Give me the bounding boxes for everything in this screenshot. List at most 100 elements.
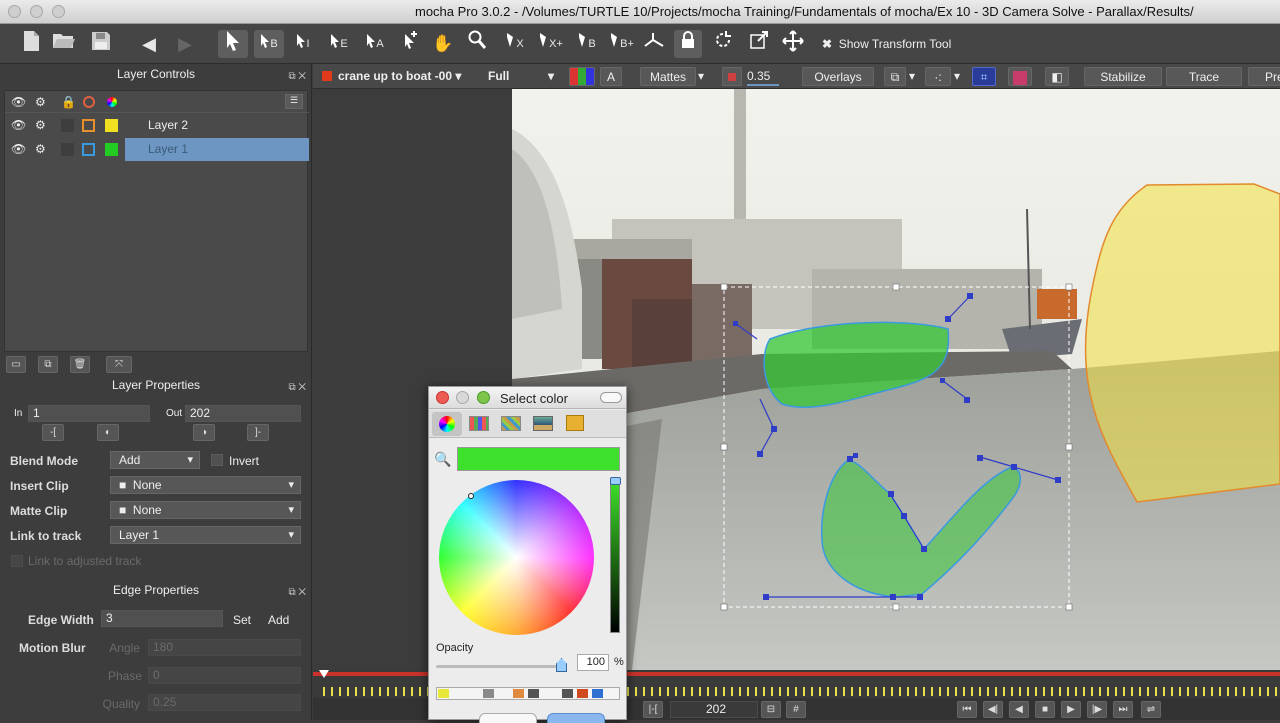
select-a-tool-icon[interactable]: A bbox=[362, 30, 388, 58]
swatch[interactable] bbox=[438, 689, 449, 698]
swatch[interactable] bbox=[592, 689, 603, 698]
select-b-tool-icon[interactable]: B bbox=[254, 30, 284, 58]
opacity-slider-handle[interactable] bbox=[556, 658, 567, 672]
layer-name[interactable]: Layer 2 bbox=[125, 114, 309, 137]
edge-set-button[interactable]: Set bbox=[233, 613, 251, 627]
move-tool-icon[interactable] bbox=[780, 30, 806, 58]
insert-clip-dropdown[interactable]: ■ None bbox=[110, 476, 301, 494]
layer-color-icon[interactable] bbox=[1008, 67, 1032, 86]
fit-layer-icon[interactable]: ⤧ bbox=[106, 356, 132, 373]
new-folder-icon[interactable]: ▭ bbox=[6, 356, 26, 373]
ok-button[interactable] bbox=[547, 713, 605, 723]
layer-row-2[interactable]: 👁 ⚙ Layer 2 bbox=[5, 114, 309, 137]
scale-tool-icon[interactable] bbox=[746, 30, 772, 58]
zoom-window-button[interactable] bbox=[52, 5, 65, 18]
go-to-out-icon[interactable]: ◑ bbox=[193, 424, 215, 441]
lock-toggle[interactable] bbox=[61, 119, 74, 132]
play-backward-icon[interactable]: ◀ bbox=[1009, 701, 1029, 718]
edge-add-button[interactable]: Add bbox=[268, 613, 289, 627]
keyframe-grid-icon[interactable]: # bbox=[786, 701, 806, 718]
overlays-button[interactable]: Overlays bbox=[802, 67, 874, 86]
current-frame-field[interactable]: 202 bbox=[670, 701, 758, 718]
gear-icon[interactable]: ⚙ bbox=[35, 95, 46, 109]
resolution-dropdown[interactable]: Full ▾ bbox=[488, 67, 554, 86]
step-forward-icon[interactable]: ▶ bbox=[172, 30, 198, 58]
phase-field[interactable]: 0 bbox=[148, 667, 301, 684]
gear-icon[interactable]: ⚙ bbox=[35, 118, 46, 132]
visibility-eye-icon[interactable]: 👁 bbox=[11, 142, 26, 156]
outline-color-swatch[interactable] bbox=[82, 119, 95, 132]
matte-opacity-field[interactable]: 0.35 bbox=[747, 67, 779, 86]
swatch[interactable] bbox=[483, 689, 494, 698]
color-wheel-mode-selected[interactable] bbox=[432, 412, 462, 436]
stop-icon[interactable]: ■ bbox=[1035, 701, 1055, 718]
surface-display-icon[interactable]: ⌗ bbox=[972, 67, 996, 86]
go-to-in-icon[interactable]: ◐ bbox=[97, 424, 119, 441]
color-wheel[interactable] bbox=[439, 480, 594, 635]
trash-icon[interactable]: 🗑 bbox=[70, 356, 90, 373]
jump-end-icon[interactable]: ⏭ bbox=[1113, 701, 1133, 718]
new-project-icon[interactable] bbox=[18, 30, 44, 58]
matte-view-icon[interactable]: ◧ bbox=[1045, 67, 1069, 86]
fill-color-swatch[interactable] bbox=[105, 143, 118, 156]
lock-icon[interactable]: 🔒 bbox=[61, 95, 76, 109]
rgb-channels-icon[interactable] bbox=[569, 67, 595, 86]
add-xspline-tool-icon[interactable]: X+ bbox=[535, 30, 565, 58]
lock-layer-icon[interactable] bbox=[674, 30, 702, 58]
sliders-mode-icon[interactable] bbox=[469, 416, 489, 431]
point-display-icon[interactable]: ·: bbox=[925, 67, 951, 86]
set-in-point-icon[interactable]: -[ bbox=[42, 424, 64, 441]
outline-color-icon[interactable] bbox=[83, 96, 95, 108]
image-palette-mode-icon[interactable] bbox=[533, 416, 553, 431]
panel-float-close-icons[interactable]: ⧉ ✕ bbox=[288, 583, 306, 603]
bezier-tool-icon[interactable]: B bbox=[572, 30, 600, 58]
keyframe-marker-icon[interactable]: ⊟ bbox=[761, 701, 781, 718]
cancel-button[interactable] bbox=[479, 713, 537, 723]
swatch[interactable] bbox=[562, 689, 573, 698]
add-point-tool-icon[interactable] bbox=[398, 30, 422, 58]
clip-dropdown[interactable]: crane up to boat -00 ▾ bbox=[338, 67, 461, 86]
out-point-field[interactable]: 202 bbox=[185, 405, 301, 422]
rotate-tool-icon[interactable] bbox=[710, 30, 736, 58]
loop-icon[interactable]: ⇌ bbox=[1141, 701, 1161, 718]
link-to-track-dropdown[interactable]: Layer 1 bbox=[110, 526, 301, 544]
pan-hand-icon[interactable]: ✋ bbox=[430, 30, 456, 58]
stabilize-button[interactable]: Stabilize bbox=[1084, 67, 1162, 86]
add-bezier-tool-icon[interactable]: B+ bbox=[606, 30, 636, 58]
save-project-icon[interactable] bbox=[88, 30, 114, 58]
swatch[interactable] bbox=[577, 689, 588, 698]
show-transform-tool-toggle[interactable]: ✖ Show Transform Tool bbox=[822, 37, 951, 51]
fill-color-swatch[interactable] bbox=[105, 119, 118, 132]
xspline-tool-icon[interactable]: X bbox=[500, 30, 528, 58]
select-e-tool-icon[interactable]: E bbox=[326, 30, 352, 58]
mattes-dropdown-arrow-icon[interactable]: ▾ bbox=[698, 67, 704, 86]
close-window-button[interactable] bbox=[8, 5, 21, 18]
swatch[interactable] bbox=[528, 689, 539, 698]
crayons-mode-icon[interactable] bbox=[566, 415, 584, 431]
in-point-field[interactable]: 1 bbox=[28, 405, 150, 422]
preview-button[interactable]: Pre bbox=[1248, 67, 1280, 86]
lock-toggle[interactable] bbox=[61, 143, 74, 156]
quality-field[interactable]: 0.25 bbox=[148, 694, 301, 711]
layer-menu-icon[interactable]: ☰ bbox=[285, 94, 303, 109]
select-i-tool-icon[interactable]: I bbox=[290, 30, 316, 58]
fill-color-icon[interactable] bbox=[107, 97, 117, 107]
invert-checkbox[interactable] bbox=[211, 454, 223, 466]
mattes-button[interactable]: Mattes bbox=[640, 67, 696, 86]
panel-float-close-icons[interactable]: ⧉ ✕ bbox=[288, 67, 306, 87]
pick-tool-icon[interactable] bbox=[218, 30, 248, 58]
zoom-magnifier-icon[interactable] bbox=[464, 30, 490, 58]
alpha-channel-button[interactable]: A bbox=[600, 67, 622, 86]
brightness-slider-handle[interactable] bbox=[610, 477, 621, 485]
panel-float-close-icons[interactable]: ⧉ ✕ bbox=[288, 378, 306, 398]
gear-icon[interactable]: ⚙ bbox=[35, 142, 46, 156]
eye-icon[interactable]: 👁 bbox=[11, 95, 26, 109]
swatch[interactable] bbox=[513, 689, 524, 698]
dialog-minimize-button[interactable] bbox=[456, 391, 469, 404]
layer-name[interactable]: Layer 1 bbox=[125, 138, 309, 161]
set-out-point-icon[interactable]: ]- bbox=[247, 424, 269, 441]
angle-field[interactable]: 180 bbox=[148, 639, 301, 656]
magnetic-tool-icon[interactable] bbox=[641, 30, 667, 58]
point-dropdown-arrow-icon[interactable]: ▾ bbox=[954, 67, 960, 86]
step-forward-frame-icon[interactable]: |▶ bbox=[1087, 701, 1107, 718]
